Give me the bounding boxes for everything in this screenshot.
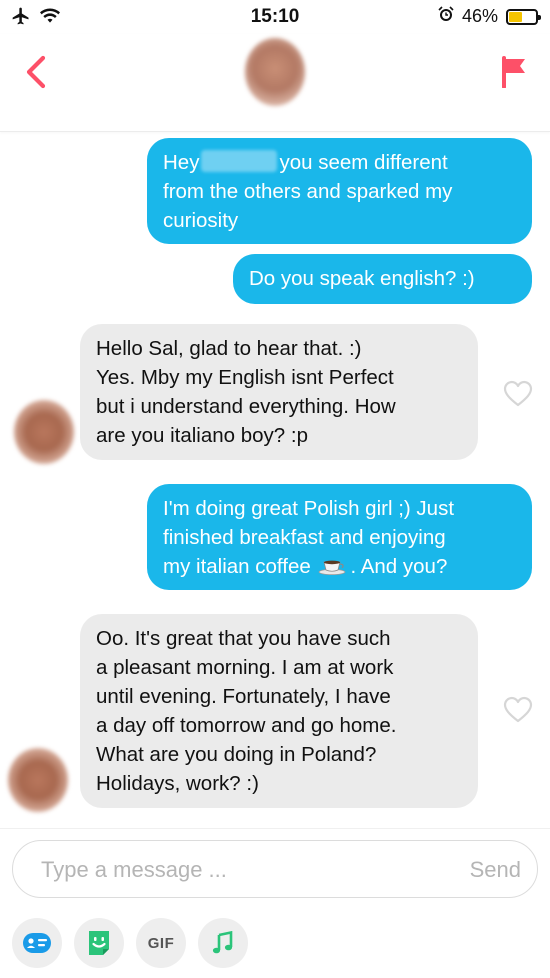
redacted-name (201, 150, 278, 172)
message-line: Yes. Mby my English isnt Perfect (96, 366, 394, 389)
gif-button[interactable]: GIF (136, 918, 186, 968)
message-line: Do you speak english? :) (249, 267, 475, 290)
battery-fill (509, 11, 522, 22)
composer-toolbar: GIF (12, 918, 248, 968)
share-contact-button[interactable] (12, 918, 62, 968)
chevron-left-icon (26, 55, 46, 89)
like-message-button[interactable] (503, 380, 533, 408)
heart-icon (503, 696, 533, 723)
report-button[interactable] (494, 52, 534, 92)
status-right: 46% (438, 6, 541, 27)
message-line: What are you doing in Poland? (96, 743, 377, 766)
gif-label: GIF (147, 934, 175, 952)
heart-icon (503, 380, 533, 407)
message-line: until evening. Fortunately, I have (96, 685, 391, 708)
message-line: but i understand everything. How (96, 395, 396, 418)
message-line: Hey you seem different (163, 150, 448, 174)
message-line: are you italiano boy? :p (96, 424, 308, 447)
sender-avatar[interactable] (14, 400, 74, 464)
message-line: Holidays, work? :) (96, 772, 259, 795)
music-note-icon (212, 931, 233, 954)
alarm-icon (438, 6, 454, 27)
music-button[interactable] (198, 918, 248, 968)
message-line: from the others and sparked my (163, 180, 453, 203)
composer-divider (0, 828, 550, 829)
message-line: I'm doing great Polish girl ;) Just (163, 497, 455, 520)
message-line: Oo. It's great that you have such (96, 627, 391, 650)
back-button[interactable] (16, 52, 56, 92)
message-line: finished breakfast and enjoying (163, 526, 446, 549)
message-line: curiosity (163, 209, 239, 232)
message-outgoing: Hey you seem different from the others an… (147, 138, 532, 244)
battery-icon (506, 8, 541, 25)
sticker-button[interactable] (74, 918, 124, 968)
like-message-button[interactable] (503, 696, 533, 724)
sender-avatar[interactable] (8, 748, 68, 812)
flag-icon (502, 56, 525, 88)
chat-header (0, 34, 550, 132)
message-line: Hello Sal, glad to hear that. :) (96, 337, 362, 360)
battery-percent: 46% (461, 6, 498, 26)
message-line: a pleasant morning. I am at work (96, 656, 394, 679)
message-outgoing: Do you speak english? :) (233, 254, 532, 304)
message-line: my italian coffee . And you? (163, 555, 448, 578)
message-composer: Send (12, 840, 538, 898)
send-button[interactable]: Send (470, 853, 521, 887)
message-input[interactable] (41, 853, 431, 887)
coffee-emoji-icon (319, 560, 346, 575)
message-line: a day off tomorrow and go home. (96, 714, 397, 737)
contact-card-icon (23, 933, 51, 953)
message-incoming: Hello Sal, glad to hear that. :) Yes. Mb… (80, 324, 478, 460)
status-bar: 15:10 46% (0, 0, 550, 34)
match-avatar[interactable] (245, 38, 305, 106)
message-list[interactable]: Hey you seem different from the others an… (0, 132, 550, 822)
message-outgoing: I'm doing great Polish girl ;) Just fini… (147, 484, 532, 590)
message-incoming: Oo. It's great that you have such a plea… (80, 614, 478, 808)
sticker-smile-icon (89, 931, 109, 955)
